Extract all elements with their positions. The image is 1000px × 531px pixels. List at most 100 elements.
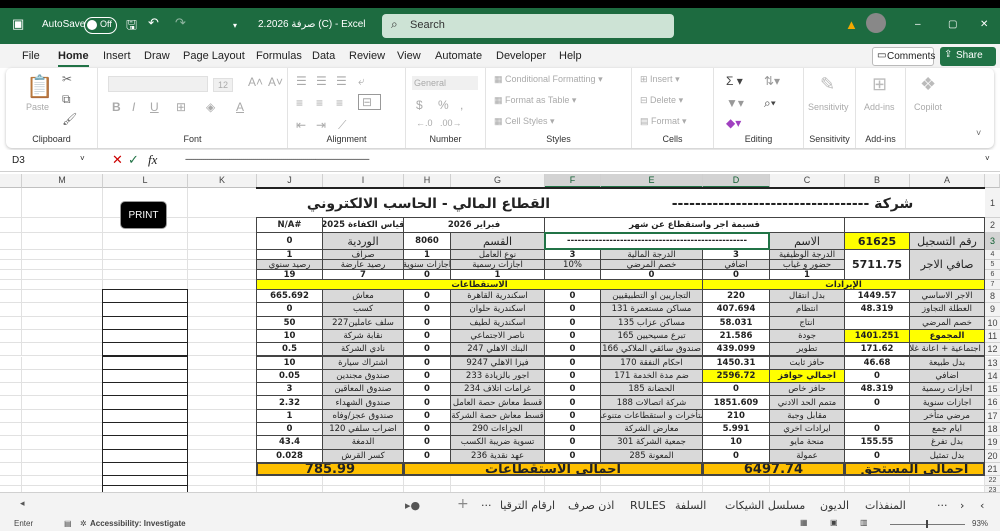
value-cell-J10[interactable]: 50 [256, 315, 323, 330]
label-cell-C12[interactable]: تطوير [769, 342, 845, 357]
label-cell-G18[interactable]: الجزاءات 290 [450, 422, 545, 437]
orientation-icon[interactable]: ⟋ [338, 118, 346, 133]
value-cell-J11[interactable]: 10 [256, 328, 323, 344]
column-header-F[interactable]: F [545, 174, 601, 188]
value-cell-D17[interactable]: 210 [702, 408, 770, 423]
label-cell-C17[interactable]: مقابل وجبة [769, 408, 845, 423]
menu-home[interactable]: Home [58, 50, 89, 67]
cell-G2[interactable]: فبراير 2026 [403, 217, 545, 233]
value-cell-F20[interactable]: 0 [544, 448, 601, 463]
align-top-icon[interactable]: ☰ [296, 74, 307, 88]
share-button[interactable]: ⇪ Share [940, 47, 996, 66]
row-header-22[interactable]: 22 [985, 476, 1000, 486]
fill-color-icon[interactable]: ◈ [206, 100, 215, 114]
sheet-tab[interactable]: الديون [820, 499, 849, 512]
search-box[interactable]: ⌕ Search [382, 14, 674, 38]
percent-icon[interactable]: % [438, 98, 449, 112]
value-cell-H19[interactable]: 0 [403, 435, 451, 450]
value-cell-H9[interactable]: 0 [403, 302, 451, 317]
side-box-cell[interactable] [102, 368, 188, 384]
align-middle-icon[interactable]: ☰ [316, 74, 327, 88]
menu-automate[interactable]: Automate [435, 50, 482, 62]
column-header-B[interactable]: B [845, 174, 910, 188]
menu-page-layout[interactable]: Page Layout [183, 50, 245, 62]
label-cell-E19[interactable]: جمعية الشركة 301 [600, 435, 703, 450]
value-cell-F16[interactable]: 0 [544, 395, 601, 410]
row-header-7[interactable]: 7 [985, 280, 1000, 290]
cell-B4[interactable]: 5711.75 [844, 249, 910, 280]
value-cell-B9[interactable]: 48.319 [844, 302, 910, 317]
side-box-cell[interactable] [102, 355, 188, 370]
value-cell-J20[interactable]: 0.028 [256, 448, 323, 463]
font-name-dropdown[interactable] [108, 76, 208, 92]
label-cell-C10[interactable]: انتاج [769, 315, 845, 330]
value-cell-J9[interactable]: 0 [256, 302, 323, 317]
label-cell-G19[interactable]: تسوية ضريبة الكسب [450, 435, 545, 450]
row-header-10[interactable]: 10 [985, 316, 1000, 330]
cell-H3[interactable]: 8060 [403, 232, 451, 250]
row-header-21[interactable]: 21 [985, 463, 1000, 476]
menu-review[interactable]: Review [349, 50, 385, 62]
value-cell-D18[interactable]: 5.991 [702, 422, 770, 437]
customize-toolbar-icon[interactable]: ▾ [233, 21, 237, 30]
worksheet-grid[interactable]: M L K J I H G F E D C B A 1 2 3 4 5 6 7 8 9 10 11 12 13 14 15 16 17 18… [0, 174, 1000, 492]
value-cell-B19[interactable]: 155.55 [844, 435, 910, 450]
value-cell-H13[interactable]: 0 [403, 355, 451, 370]
row-header-18[interactable]: 18 [985, 423, 1000, 437]
menu-draw[interactable]: Draw [144, 50, 170, 62]
column-header-A[interactable]: A [910, 174, 985, 188]
label-cell-A19[interactable]: بدل تفرغ [909, 435, 985, 450]
cell-A21[interactable]: اجمالي المستحق [844, 462, 985, 476]
indent-icon[interactable]: ⇤ [296, 118, 306, 132]
value-cell-F14[interactable]: 0 [544, 368, 601, 384]
row-header-1[interactable]: 1 [985, 188, 1000, 218]
column-header-C[interactable]: C [770, 174, 845, 188]
cell-B3[interactable]: 61625 [844, 232, 910, 250]
cell-J3[interactable]: 0 [256, 232, 323, 250]
label-cell-C18[interactable]: ايرادات اخري [769, 422, 845, 437]
font-color-icon[interactable]: A [236, 100, 244, 114]
label-cell-E9[interactable]: مساكن مستعمرة 131 [600, 302, 703, 317]
normal-view-icon[interactable]: ▦ [800, 518, 808, 527]
value-cell-J19[interactable]: 43.4 [256, 435, 323, 450]
format-painter-icon[interactable]: 🖌 [62, 112, 77, 126]
value-cell-J12[interactable]: 0.5 [256, 342, 323, 357]
label-cell-E18[interactable]: معارض الشركة [600, 422, 703, 437]
label-cell-G10[interactable]: اسكندرية لطيف [450, 315, 545, 330]
label-cell-E20[interactable]: المعونة 285 [600, 448, 703, 463]
label-cell-A13[interactable]: بدل طبيعة [909, 355, 985, 370]
close-icon[interactable]: ✕ [980, 19, 988, 30]
minimize-icon[interactable]: – [915, 19, 921, 30]
scroll-left-icon[interactable]: ◂ [20, 499, 25, 509]
value-cell-J15[interactable]: 3 [256, 382, 323, 397]
row-header-14[interactable]: 14 [985, 369, 1000, 384]
row-header-12[interactable]: 12 [985, 343, 1000, 357]
increase-decimal-icon[interactable]: ←.0 [416, 118, 433, 128]
column-header-D[interactable]: D [703, 174, 770, 188]
label-cell-A14[interactable]: اضافي [909, 368, 985, 384]
menu-file[interactable]: File [22, 50, 40, 62]
avatar[interactable] [866, 13, 886, 33]
cell-F1[interactable]: القطاع المالي - الحاسب الالكتروني [256, 187, 601, 218]
value-cell-D13[interactable]: 1450.31 [702, 355, 770, 370]
cell-J2[interactable]: #N/A [256, 217, 323, 233]
menu-developer[interactable]: Developer [496, 50, 546, 62]
row-header-17[interactable]: 17 [985, 409, 1000, 423]
value-cell-H10[interactable]: 0 [403, 315, 451, 330]
font-size-dropdown[interactable]: 12 [213, 78, 234, 92]
value-cell-B15[interactable]: 48.319 [844, 382, 910, 397]
label-cell-I14[interactable]: صندوق مجندين [322, 368, 404, 384]
label-cell-C14[interactable]: اجمالي حوافز [769, 368, 845, 384]
zoom-level[interactable]: 93% [972, 519, 988, 528]
label-cell-G14[interactable]: اجور بالزيادة 233 [450, 368, 545, 384]
add-ins-button[interactable]: Add-ins [864, 102, 895, 112]
value-cell-B8[interactable]: 1449.57 [844, 289, 910, 304]
label-cell-G15[interactable]: غرامات اتلاف 234 [450, 382, 545, 397]
label-cell-G11[interactable]: ناصر الاجتماعي [450, 328, 545, 344]
row-header-3[interactable]: 3 [985, 233, 1000, 250]
label-cell-C16[interactable]: متمم الحد الادني [769, 395, 845, 410]
row-header-6[interactable]: 6 [985, 270, 1000, 280]
side-box-cell[interactable] [102, 462, 188, 476]
cell-A1[interactable]: شركة ---------------------------------- [600, 187, 985, 218]
column-header-I[interactable]: I [323, 174, 404, 188]
